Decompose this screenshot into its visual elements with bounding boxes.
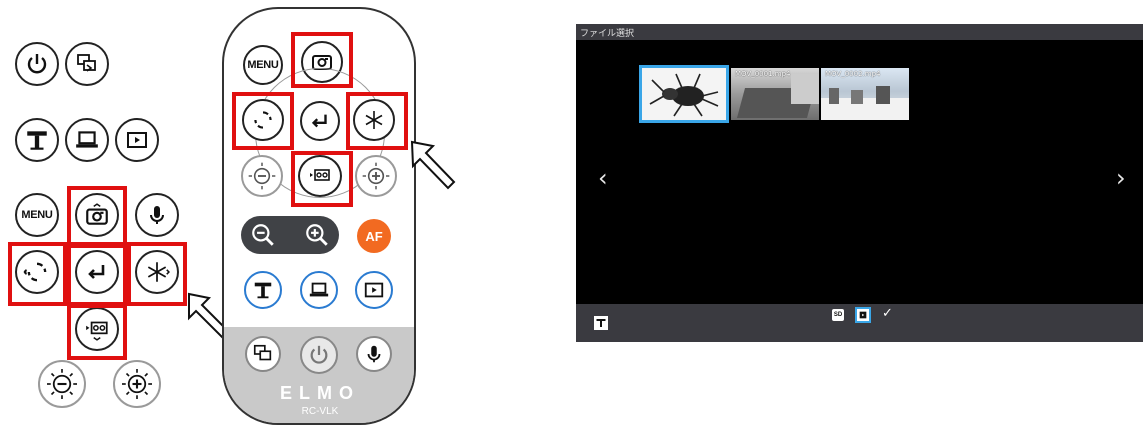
- brightness-up-icon: [122, 369, 152, 399]
- input-switch-icon: [253, 344, 272, 361]
- remote-zoom-out-button[interactable]: [246, 219, 280, 251]
- prev-page-button[interactable]: ‹: [598, 166, 608, 190]
- beetle-image: [642, 68, 726, 120]
- camera-input-button[interactable]: [15, 118, 59, 162]
- remote-zoom-in-button[interactable]: [300, 219, 334, 251]
- confirm-check-button[interactable]: ✓: [882, 306, 893, 321]
- remote-brightness-up-button[interactable]: [355, 155, 397, 197]
- remote-brightness-down-button[interactable]: [241, 155, 283, 197]
- bottom-bar: SD ✓: [576, 304, 1143, 342]
- freeze-button[interactable]: [135, 250, 179, 294]
- brightness-up-button[interactable]: [113, 360, 161, 408]
- enter-icon: [311, 114, 327, 128]
- remote-record-button[interactable]: [298, 155, 342, 197]
- input-switch-icon: [77, 54, 96, 72]
- file-select-screen: ファイル選択 MOV_0001.mp4 MOV_0002.mp4 ‹ › SD …: [576, 24, 1143, 342]
- rotate-icon: [23, 262, 47, 282]
- pointer-arrow-icon: [410, 140, 456, 190]
- thumbnail-video-2[interactable]: MOV_0002.mp4: [821, 68, 909, 120]
- remote-brand-logo: ELMO: [280, 383, 360, 403]
- laptop-icon: [309, 282, 329, 297]
- sd-card-icon: SD: [833, 312, 843, 318]
- title-bar: ファイル選択: [576, 24, 1143, 40]
- thumbnail-video-1[interactable]: MOV_0001.mp4: [731, 68, 819, 120]
- camera-mode-button[interactable]: [594, 316, 608, 330]
- enter-button[interactable]: [75, 250, 119, 294]
- remote-playback-button[interactable]: [355, 271, 393, 309]
- remote-enter-button[interactable]: [300, 101, 340, 141]
- remote-menu-button[interactable]: MENU: [243, 45, 283, 85]
- brightness-down-icon: [248, 162, 276, 190]
- remote-mic-button[interactable]: [356, 336, 392, 372]
- camera-capture-icon: [86, 203, 108, 225]
- document-camera-icon: [596, 319, 606, 327]
- zoom-in-icon: [306, 224, 328, 246]
- brightness-down-icon: [47, 369, 77, 399]
- recording-icon: [86, 321, 108, 341]
- remote-power-button[interactable]: [300, 336, 338, 374]
- remote-af-button[interactable]: AF: [357, 219, 391, 253]
- screen-title: ファイル選択: [580, 29, 635, 39]
- thumbnail-selected[interactable]: [639, 65, 729, 123]
- remote-model-label: RC-VLK: [301, 406, 339, 417]
- play-screen-icon: [127, 132, 147, 148]
- power-icon: [27, 54, 47, 74]
- thumbnail-video-1-label: MOV_0001.mp4: [735, 70, 791, 78]
- rotate-button[interactable]: [15, 250, 59, 294]
- rotate-icon: [254, 111, 272, 129]
- power-button[interactable]: [15, 42, 59, 86]
- play-screen-icon: [364, 282, 384, 298]
- snowflake-icon: [365, 111, 383, 129]
- snowflake-icon: [147, 262, 170, 282]
- zoom-out-icon: [252, 224, 274, 246]
- remote-rotate-button[interactable]: [242, 99, 284, 141]
- document-camera-icon: [254, 282, 272, 299]
- remote-pc-input-button[interactable]: [300, 271, 338, 309]
- usb-memory-icon: [859, 311, 867, 319]
- remote-input-switch-button[interactable]: [245, 336, 281, 372]
- remote-freeze-button[interactable]: [353, 99, 395, 141]
- playback-button[interactable]: [115, 118, 159, 162]
- power-icon: [310, 345, 328, 364]
- remote-menu-label: MENU: [247, 59, 279, 71]
- recording-icon: [310, 169, 330, 181]
- brightness-down-button[interactable]: [38, 360, 86, 408]
- next-page-button[interactable]: ›: [1116, 166, 1126, 190]
- document-camera-icon: [27, 131, 47, 150]
- microphone-icon: [150, 206, 164, 224]
- mic-button[interactable]: [135, 193, 179, 237]
- usb-memory-button[interactable]: [855, 307, 871, 323]
- laptop-icon: [76, 131, 98, 148]
- pc-input-button[interactable]: [65, 118, 109, 162]
- sd-card-button[interactable]: SD: [832, 309, 844, 321]
- capture-button[interactable]: [75, 193, 119, 237]
- remote-af-label: AF: [365, 228, 383, 244]
- menu-label: MENU: [21, 209, 53, 221]
- thumbnail-video-2-label: MOV_0002.mp4: [825, 70, 881, 78]
- microphone-icon: [367, 345, 381, 363]
- enter-icon: [88, 265, 105, 279]
- remote-camera-input-button[interactable]: [244, 271, 282, 309]
- menu-button[interactable]: MENU: [15, 193, 59, 237]
- brightness-up-icon: [362, 162, 390, 190]
- record-button[interactable]: [75, 307, 119, 351]
- input-switch-button[interactable]: [65, 42, 109, 86]
